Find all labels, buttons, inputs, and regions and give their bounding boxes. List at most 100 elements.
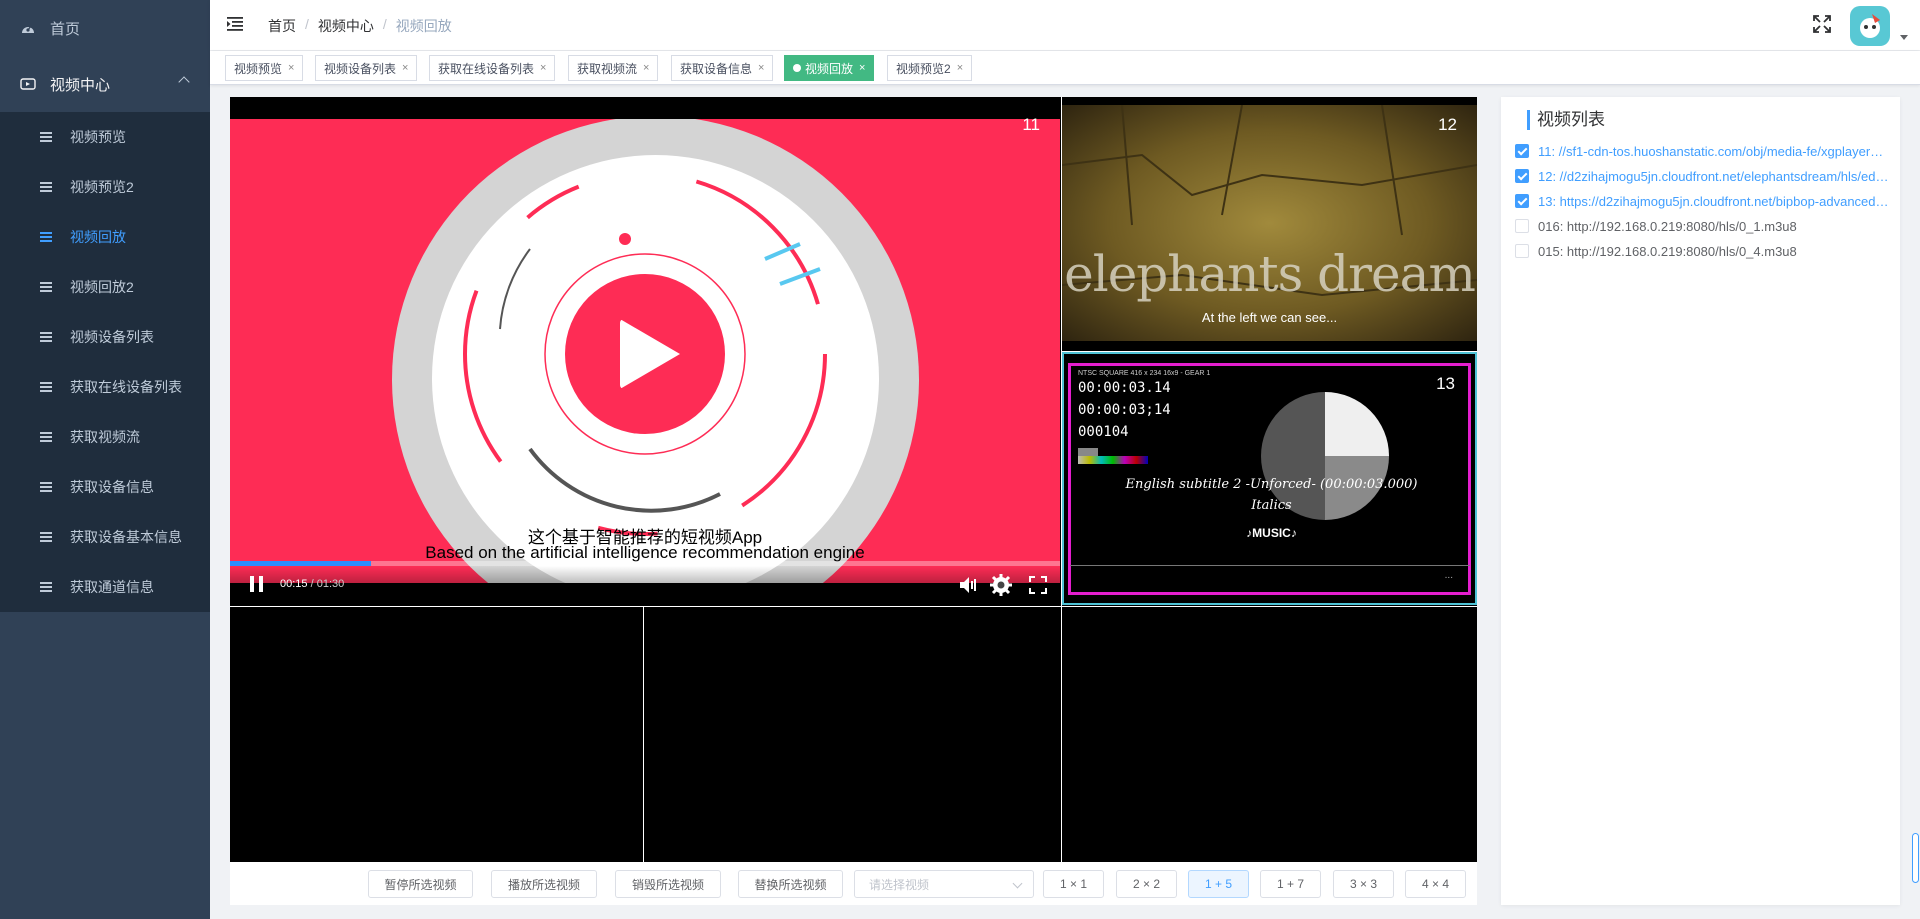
layout-4x4-button[interactable]: 4 × 4 (1405, 870, 1466, 898)
test-pattern-header: NTSC SQUARE 416 x 234 16x9 - GEAR 1 (1078, 370, 1211, 377)
breadcrumb: 首页 / 视频中心 / 视频回放 (268, 16, 452, 36)
video-list-panel: 视频列表 11: //sf1-cdn-tos.huoshanstatic.com… (1501, 97, 1900, 905)
close-icon[interactable]: × (758, 62, 764, 74)
sidebar-item-device-info[interactable]: 获取设备信息 (0, 462, 210, 512)
player-toolbar: 暂停所选视频 播放所选视频 销毁所选视频 替换所选视频 请选择视频 1 × 1 … (230, 862, 1477, 905)
video-list-item[interactable]: 015: http://192.168.0.219:8080/hls/0_4.m… (1515, 241, 1890, 261)
sidebar-item-video-playback[interactable]: 视频回放 (0, 212, 210, 262)
video-url: 016: http://192.168.0.219:8080/hls/0_1.m… (1538, 218, 1797, 234)
breadcrumb-current: 视频回放 (395, 18, 452, 34)
subtitle: At the left we can see... (1201, 310, 1338, 325)
pause-icon[interactable] (250, 576, 264, 592)
close-icon[interactable]: × (540, 62, 546, 74)
cell-number: 11 (1022, 115, 1040, 134)
sidebar-item-home[interactable]: 首页 (0, 0, 210, 56)
video-list-item[interactable]: 13: https://d2zihajmogu5jn.cloudfront.ne… (1515, 191, 1890, 211)
grid-divider (230, 606, 1477, 607)
checkbox[interactable] (1515, 244, 1529, 258)
video-cell-12[interactable]: elephants dream At the left we can see..… (1062, 97, 1477, 350)
list-icon (40, 582, 52, 592)
sidebar-item-video-preview-2[interactable]: 视频预览2 (0, 162, 210, 212)
sidebar-item-channel-info[interactable]: 获取通道信息 (0, 562, 210, 612)
subtitle-english: Based on the artificial intelligence rec… (425, 543, 865, 562)
checkbox[interactable] (1515, 194, 1529, 208)
chevron-up-icon (178, 76, 190, 88)
tag-label: 视频预览 (234, 61, 283, 76)
sidebar-item-label: 获取设备信息 (70, 479, 154, 495)
video-list-item[interactable]: 016: http://192.168.0.219:8080/hls/0_1.m… (1515, 216, 1890, 236)
time-separator: / (307, 578, 317, 590)
close-icon[interactable]: × (643, 62, 649, 74)
video-select[interactable]: 请选择视频 (854, 870, 1034, 898)
tag-device-info[interactable]: 获取设备信息 × (671, 55, 774, 81)
breadcrumb-video-center[interactable]: 视频中心 (318, 16, 374, 36)
video-cell-13-selected[interactable]: NTSC SQUARE 416 x 234 16x9 - GEAR 1 00:0… (1062, 352, 1477, 605)
menu-fold-icon[interactable] (227, 16, 243, 32)
sidebar-item-video-playback-2[interactable]: 视频回放2 (0, 262, 210, 312)
layout-1x1-button[interactable]: 1 × 1 (1043, 870, 1104, 898)
dashboard-icon (20, 20, 36, 36)
sidebar-item-online-devices[interactable]: 获取在线设备列表 (0, 362, 210, 412)
tag-device-list[interactable]: 视频设备列表 × (315, 55, 418, 81)
play-selected-button[interactable]: 播放所选视频 (491, 870, 597, 898)
stone-texture (1062, 105, 1477, 297)
close-icon[interactable]: × (957, 62, 963, 74)
avatar[interactable] (1850, 6, 1890, 46)
replace-selected-button[interactable]: 替换所选视频 (738, 870, 843, 898)
sidebar-item-video-preview[interactable]: 视频预览 (0, 112, 210, 162)
list-icon (40, 532, 52, 542)
sidebar-item-label: 首页 (50, 20, 81, 38)
fullscreen-icon[interactable] (1812, 14, 1832, 34)
mute-icon[interactable] (958, 574, 980, 596)
layout-3x3-button[interactable]: 3 × 3 (1333, 870, 1394, 898)
sidebar-item-label: 视频回放2 (70, 279, 134, 295)
checkbox[interactable] (1515, 169, 1529, 183)
grid-divider (1062, 351, 1477, 352)
tag-video-preview[interactable]: 视频预览 × (225, 55, 304, 81)
settings-gear-icon[interactable] (990, 574, 1012, 596)
video-list-item[interactable]: 12: //d2zihajmogu5jn.cloudfront.net/elep… (1515, 166, 1890, 186)
video-cell-empty[interactable] (644, 607, 1060, 862)
tag-video-playback[interactable]: 视频回放 × (784, 55, 875, 81)
pause-selected-button[interactable]: 暂停所选视频 (368, 870, 473, 898)
sidebar-item-label: 获取在线设备列表 (70, 379, 182, 395)
color-bars (1078, 456, 1148, 464)
timecode-2: 00:00:03;14 (1078, 402, 1171, 418)
list-icon (40, 232, 52, 242)
checkbox[interactable] (1515, 144, 1529, 158)
video-frame: elephants dream At the left we can see..… (1062, 105, 1477, 341)
video-url: 13: https://d2zihajmogu5jn.cloudfront.ne… (1538, 193, 1890, 209)
tag-get-stream[interactable]: 获取视频流 × (568, 55, 659, 81)
video-list-item[interactable]: 11: //sf1-cdn-tos.huoshanstatic.com/obj/… (1515, 141, 1890, 161)
breadcrumb-home[interactable]: 首页 (268, 16, 296, 36)
close-icon[interactable]: × (402, 62, 408, 74)
progress-line (1070, 565, 1470, 566)
sidebar-item-device-list[interactable]: 视频设备列表 (0, 312, 210, 362)
tag-online-devices[interactable]: 获取在线设备列表 × (429, 55, 556, 81)
sidebar-item-label: 视频设备列表 (70, 329, 154, 345)
time-display: 00:15 / 01:30 (280, 578, 344, 590)
cell-number: 12 (1438, 115, 1457, 134)
sidebar-submenu-video-center[interactable]: 视频中心 (0, 56, 210, 112)
caret-down-icon[interactable] (1900, 35, 1908, 40)
layout-1plus7-button[interactable]: 1 + 7 (1260, 870, 1321, 898)
video-cell-empty[interactable] (230, 607, 643, 862)
tag-video-preview-2[interactable]: 视频预览2 × (887, 55, 973, 81)
scrollbar-thumb[interactable] (1912, 833, 1919, 883)
subtitle-line-3: ♪MUSIC♪ (1246, 526, 1297, 540)
video-cell-empty[interactable] (1062, 607, 1477, 862)
checkbox[interactable] (1515, 219, 1529, 233)
layout-2x2-button[interactable]: 2 × 2 (1116, 870, 1177, 898)
player-controls: 00:15 / 01:30 (230, 566, 1060, 606)
time-total: 01:30 (316, 578, 345, 590)
close-icon[interactable]: × (859, 62, 865, 74)
fullscreen-icon[interactable] (1027, 574, 1049, 596)
destroy-selected-button[interactable]: 销毁所选视频 (615, 870, 721, 898)
sidebar-submenu-list: 视频预览 视频预览2 视频回放 视频回放2 视频设备列表 获取在线设备列表 获取… (0, 112, 210, 612)
video-frame: 这个基于智能推荐的短视频App Based on the artificial … (230, 119, 1060, 583)
layout-1plus5-button[interactable]: 1 + 5 (1188, 870, 1249, 898)
sidebar-item-get-stream[interactable]: 获取视频流 (0, 412, 210, 462)
video-cell-main[interactable]: 这个基于智能推荐的短视频App Based on the artificial … (230, 97, 1060, 607)
sidebar-item-device-basic-info[interactable]: 获取设备基本信息 (0, 512, 210, 562)
close-icon[interactable]: × (288, 62, 294, 74)
